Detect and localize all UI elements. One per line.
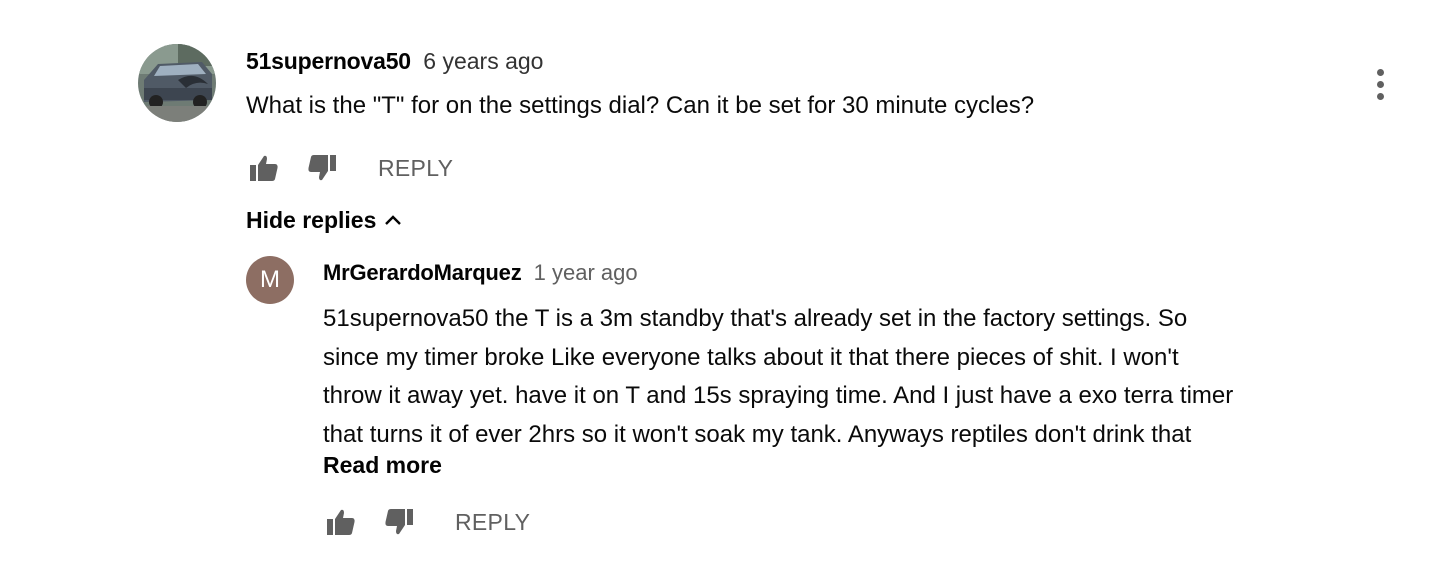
comment-actions: REPLY [246,148,453,188]
more-vertical-icon[interactable] [1366,64,1394,104]
chevron-up-icon [385,215,402,225]
comment-header: 51supernova50 6 years ago [246,46,543,76]
avatar[interactable] [138,44,216,122]
reply-timestamp[interactable]: 1 year ago [534,260,638,285]
thumbs-up-icon [327,509,355,535]
car-photo-icon [138,44,216,122]
reply-text-line: since my timer broke Like everyone talks… [323,343,1179,371]
reply-actions: REPLY [323,502,530,542]
thumbs-up-icon [250,155,278,181]
comment-timestamp[interactable]: 6 years ago [423,48,543,74]
reply-text-line: throw it away yet. have it on T and 15s … [323,382,1234,409]
reply-header: MrGerardoMarquez 1 year ago [323,258,638,288]
hide-replies-label: Hide replies [246,206,377,233]
kebab-dot [1376,92,1384,100]
reply-author[interactable]: MrGerardoMarquez [323,260,522,285]
dislike-button[interactable] [304,148,340,188]
reply-text: 51supernova50 the T is a 3m standby that… [323,300,1233,454]
reply-button[interactable]: REPLY [378,148,453,188]
reply-text-line: that turns it of ever 2hrs so it won't s… [323,420,1192,448]
reply-text-line: 51supernova50 the T is a 3m standby that… [323,305,1188,332]
avatar[interactable]: M [246,256,294,304]
kebab-dot [1376,68,1384,76]
reply-button[interactable]: REPLY [455,502,530,542]
like-button[interactable] [323,502,359,542]
kebab-dot [1376,80,1384,88]
comment-text: What is the "T" for on the settings dial… [246,92,1035,119]
thumbs-down-icon [385,509,413,535]
read-more-button[interactable]: Read more [323,452,442,479]
like-button[interactable] [246,148,282,188]
comment-author[interactable]: 51supernova50 [246,48,411,74]
thumbs-down-icon [308,155,336,181]
dislike-button[interactable] [381,502,417,542]
hide-replies-button[interactable]: Hide replies [246,202,402,238]
